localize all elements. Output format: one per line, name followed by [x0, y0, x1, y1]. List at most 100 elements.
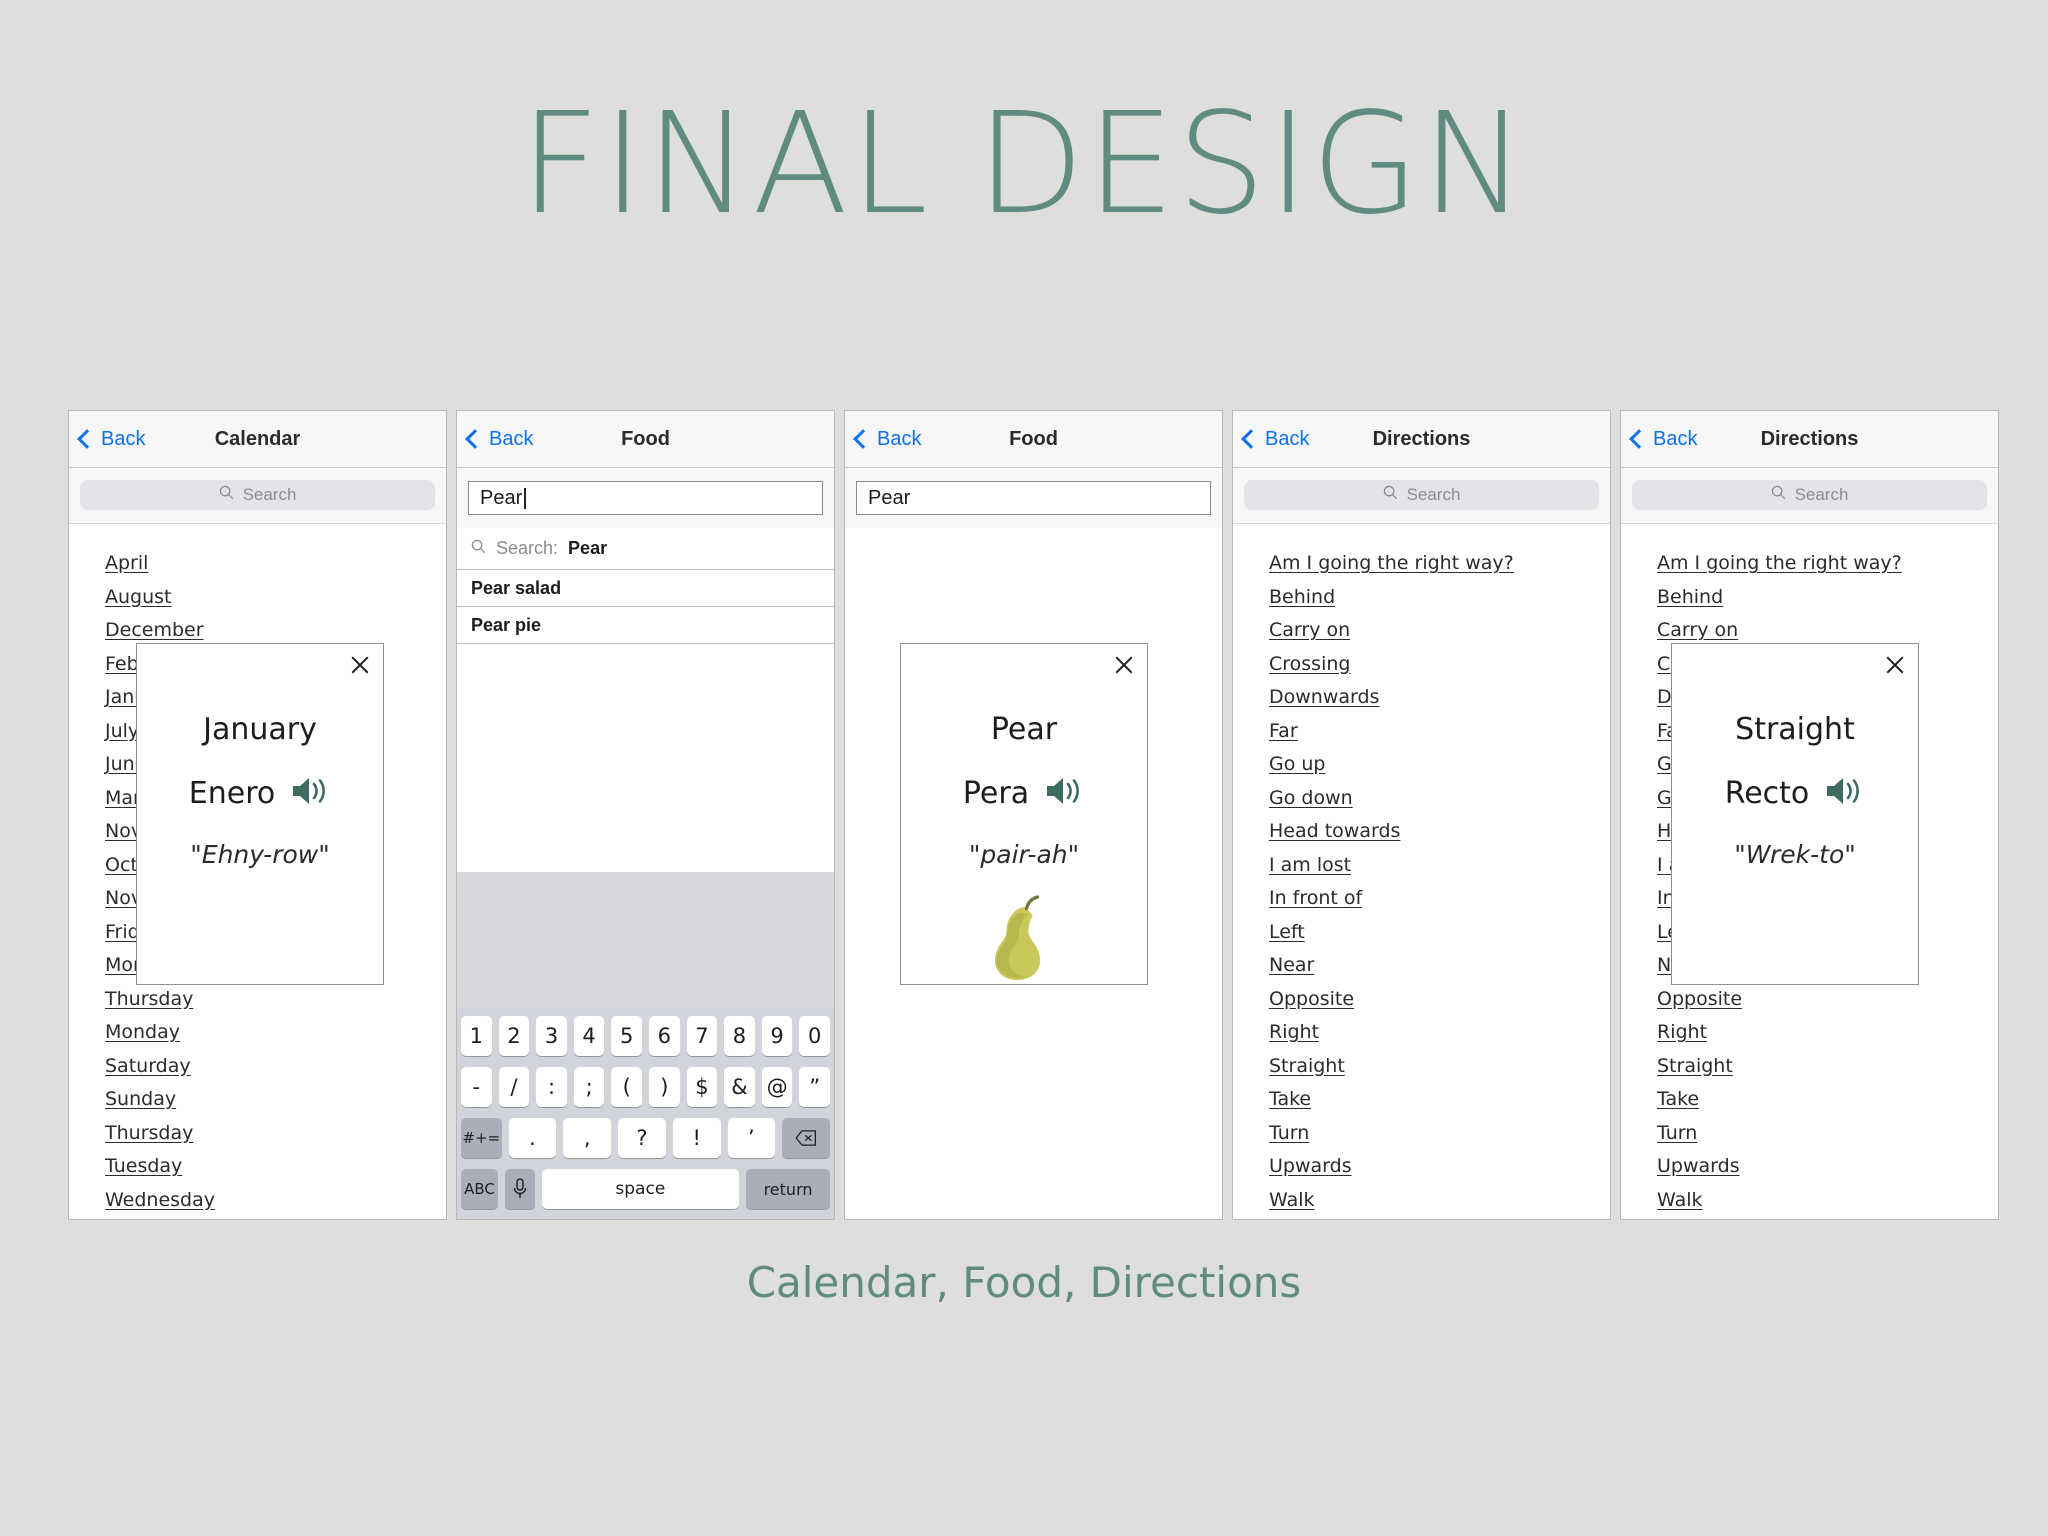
list-item[interactable]: Thursday	[105, 1122, 193, 1144]
list-item[interactable]: Turn	[1269, 1122, 1309, 1144]
list-item[interactable]: Go down	[1269, 787, 1353, 809]
microphone-icon[interactable]	[505, 1169, 535, 1209]
speaker-icon[interactable]	[291, 775, 331, 812]
list-item[interactable]: Turn	[1657, 1122, 1697, 1144]
list-item[interactable]: Downwards	[1269, 686, 1379, 708]
list-item[interactable]: Straight	[1657, 1055, 1733, 1077]
key-8[interactable]: 8	[724, 1016, 755, 1056]
key-return[interactable]: return	[746, 1169, 830, 1209]
search-input[interactable]: Search	[80, 480, 435, 510]
list-item[interactable]: Near	[1269, 954, 1314, 976]
search-input[interactable]: Search	[1244, 480, 1599, 510]
list-item[interactable]: Wednesday	[105, 1189, 215, 1211]
key-period[interactable]: .	[508, 1118, 557, 1158]
key-4[interactable]: 4	[573, 1016, 605, 1056]
list-item[interactable]: Head towards	[1269, 820, 1400, 842]
list-item[interactable]: Take	[1657, 1088, 1699, 1110]
key-1[interactable]: 1	[461, 1016, 492, 1056]
key-7[interactable]: 7	[686, 1016, 718, 1056]
search-placeholder: Search	[242, 485, 297, 504]
list-item[interactable]: December	[105, 619, 204, 641]
key-:[interactable]: :	[536, 1067, 567, 1107]
close-icon[interactable]	[1113, 654, 1135, 676]
list-item[interactable]: Monday	[105, 1021, 180, 1043]
key-abc-toggle[interactable]: ABC	[461, 1169, 499, 1209]
list-item[interactable]: Am I going the right way?	[1269, 552, 1514, 574]
back-button[interactable]: Back	[77, 427, 146, 451]
modal-translation-row: Enero	[137, 775, 383, 812]
speaker-icon[interactable]	[1825, 775, 1865, 812]
list-item[interactable]: Right	[1269, 1021, 1319, 1043]
list-item[interactable]: Walk	[1269, 1189, 1315, 1211]
list-item[interactable]: Behind	[1657, 586, 1723, 608]
back-button[interactable]: Back	[853, 428, 921, 451]
key-3[interactable]: 3	[536, 1016, 567, 1056]
list-item[interactable]: Take	[1269, 1088, 1311, 1110]
list-item[interactable]: Go up	[1269, 753, 1326, 775]
list-item[interactable]: Walk	[1657, 1189, 1703, 1211]
chevron-left-icon	[465, 428, 485, 449]
list-item[interactable]: Upwards	[1269, 1155, 1352, 1177]
back-button[interactable]: Back	[1241, 428, 1309, 451]
key-9[interactable]: 9	[761, 1016, 793, 1056]
food-search-field[interactable]: Pear	[856, 481, 1211, 515]
key-([interactable]: (	[611, 1067, 642, 1107]
key-question[interactable]: ?	[618, 1118, 666, 1158]
list-item[interactable]: Thursday	[105, 988, 193, 1010]
key-6[interactable]: 6	[649, 1016, 680, 1056]
key-0[interactable]: 0	[799, 1016, 830, 1056]
list-item[interactable]: Far	[1269, 720, 1298, 742]
list-item[interactable]: Am I going the right way?	[1657, 552, 1902, 574]
text-caret	[524, 487, 526, 509]
list-item[interactable]: July	[105, 720, 139, 742]
speaker-icon[interactable]	[1045, 775, 1085, 812]
key-;[interactable]: ;	[573, 1067, 605, 1107]
list-item[interactable]: Opposite	[1269, 988, 1354, 1010]
list-item[interactable]: I am lost	[1269, 854, 1351, 876]
list-item[interactable]: Left	[1269, 921, 1305, 943]
key-5[interactable]: 5	[611, 1016, 642, 1056]
list-item[interactable]: Straight	[1269, 1055, 1345, 1077]
modal-translation-row: Pera	[901, 775, 1147, 812]
list-item[interactable]: Carry on	[1269, 619, 1350, 641]
list-item[interactable]: Right	[1657, 1021, 1707, 1043]
modal-phonetic: "Ehny-row"	[190, 840, 330, 869]
list-item[interactable]: Crossing	[1269, 653, 1350, 675]
list-item[interactable]: Behind	[1269, 586, 1335, 608]
key-&[interactable]: &	[724, 1067, 755, 1107]
keyboard-row-symbols: - /:;() $ & @”	[461, 1067, 830, 1107]
key-apostrophe[interactable]: ’	[727, 1118, 776, 1158]
close-icon[interactable]	[1884, 654, 1906, 676]
list-item[interactable]: Upwards	[1657, 1155, 1740, 1177]
suggestion-item[interactable]: Pear salad	[457, 570, 834, 607]
back-label: Back	[101, 427, 146, 450]
key-)[interactable]: )	[649, 1067, 680, 1107]
key--[interactable]: -	[461, 1067, 492, 1107]
backspace-icon[interactable]	[782, 1118, 830, 1158]
key-2[interactable]: 2	[498, 1016, 530, 1056]
key-comma[interactable]: ,	[563, 1118, 612, 1158]
key-exclamation[interactable]: !	[672, 1118, 721, 1158]
key-/[interactable]: /	[498, 1067, 530, 1107]
key-”[interactable]: ”	[799, 1067, 830, 1107]
suggestion-item[interactable]: Pear pie	[457, 607, 834, 644]
back-button[interactable]: Back	[465, 428, 533, 451]
list-item[interactable]: April	[105, 552, 148, 574]
list-item[interactable]: Carry on	[1657, 619, 1738, 641]
suggestion-header[interactable]: Search: Pear	[457, 528, 834, 570]
list-item[interactable]: Sunday	[105, 1088, 176, 1110]
list-item[interactable]: Saturday	[105, 1055, 191, 1077]
close-icon[interactable]	[349, 654, 371, 676]
list-item[interactable]: August	[105, 586, 172, 608]
search-input[interactable]: Search	[1632, 480, 1987, 510]
key-symbols-toggle[interactable]: #+=	[461, 1118, 502, 1158]
key-$[interactable]: $	[686, 1067, 718, 1107]
key-space[interactable]: space	[541, 1169, 740, 1209]
list-item[interactable]: Opposite	[1657, 988, 1742, 1010]
key-@[interactable]: @	[761, 1067, 793, 1107]
back-button[interactable]: Back	[1629, 428, 1697, 451]
food-search-field[interactable]: Pear	[468, 481, 823, 515]
list-item[interactable]: Tuesday	[105, 1155, 182, 1177]
modal-english-word: Pear	[990, 712, 1058, 747]
list-item[interactable]: In front of	[1269, 887, 1362, 909]
